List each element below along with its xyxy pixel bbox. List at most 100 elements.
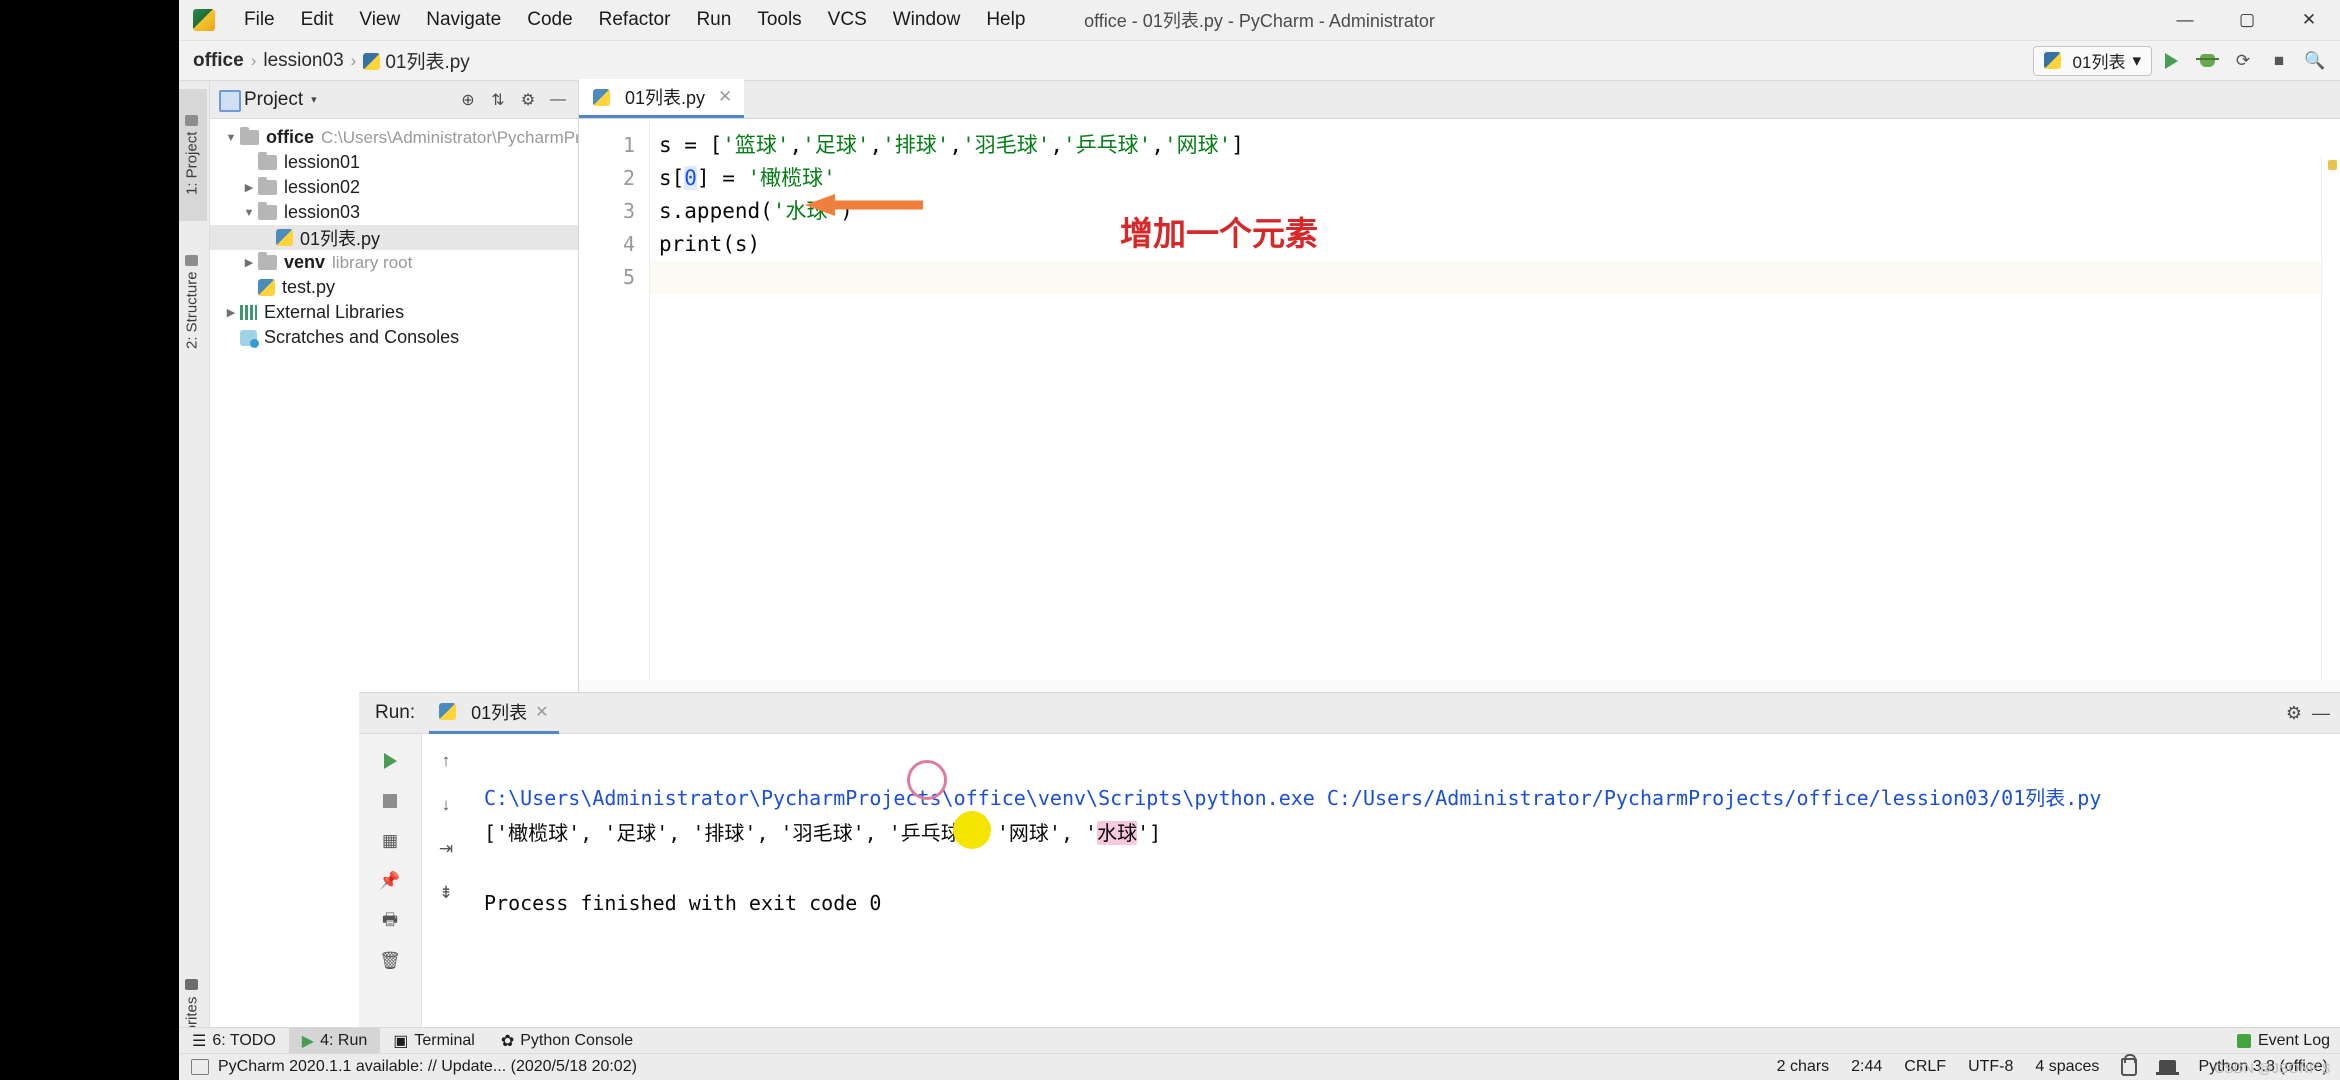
hector-icon[interactable] (2156, 1059, 2180, 1075)
tree-node-lession03-label: lession03 (284, 202, 361, 222)
close-icon[interactable]: ✕ (535, 702, 548, 722)
menu-window[interactable]: Window (880, 5, 974, 35)
menu-refactor[interactable]: Refactor (586, 5, 684, 35)
breadcrumb-project[interactable]: office (193, 50, 244, 72)
menu-window-label: Window (892, 9, 961, 30)
expand-arrow-icon[interactable] (222, 132, 240, 144)
expand-arrow-icon[interactable] (240, 181, 258, 194)
menu-run[interactable]: Run (683, 5, 744, 35)
expand-arrow-icon[interactable] (240, 256, 258, 269)
menu-view[interactable]: View (346, 5, 413, 35)
grid-icon[interactable]: ▦ (371, 824, 409, 858)
close-button[interactable]: ✕ (2278, 0, 2340, 40)
bottom-item-run[interactable]: ▶ 4: Run (288, 1028, 381, 1054)
breadcrumb-folder[interactable]: lession03 (263, 50, 343, 72)
status-notification[interactable]: PyCharm 2020.1.1 available: // Update...… (191, 1058, 637, 1076)
folder-icon (258, 177, 277, 195)
python-file-icon (258, 279, 275, 296)
collapse-icon[interactable]: ⇅ (484, 87, 512, 113)
editor-right-gutter[interactable] (2321, 156, 2340, 680)
bottom-item-terminal-label: Terminal (414, 1032, 475, 1049)
code-line-2[interactable]: s[0] = '橄榄球' (650, 162, 2340, 195)
stop-square-icon (383, 794, 397, 808)
tree-node-external-libraries[interactable]: External Libraries (210, 300, 578, 325)
debug-button[interactable] (2190, 46, 2224, 76)
status-caret-position[interactable]: 2:44 (1851, 1058, 1882, 1076)
tree-node-01列表-py[interactable]: 01列表.py (210, 225, 578, 250)
tree-node-scratches[interactable]: Scratches and Consoles (210, 325, 578, 350)
filter-icon[interactable]: ⇟ (427, 876, 465, 910)
python-icon (439, 703, 457, 720)
code-lines[interactable]: s = ['篮球','足球','排球','羽毛球','乒乓球','网球'] s[… (650, 119, 2340, 680)
status-line-separator[interactable]: CRLF (1904, 1058, 1946, 1076)
pycharm-logo-icon (193, 9, 215, 31)
gear-icon[interactable]: ⚙ (514, 87, 542, 113)
run-configuration-selector[interactable]: 01列表 ▾ (2032, 45, 2152, 76)
code-editor[interactable]: 1 2 3 4 5 s = ['篮球','足球','排球','羽毛球','乒乓球… (579, 119, 2340, 680)
menu-code[interactable]: Code (514, 5, 585, 35)
run-button[interactable] (2154, 46, 2188, 76)
search-button[interactable]: 🔍 (2298, 46, 2332, 76)
console-result-line: ['橄榄球', '足球', '排球', '羽毛球', '乒乓球', '网球', … (484, 821, 1161, 845)
coverage-button[interactable]: ⟳ (2226, 46, 2260, 76)
tree-node-office[interactable]: office C:\Users\Administrator\PycharmPro (210, 125, 578, 150)
bottom-item-python-console[interactable]: ✿ Python Console (488, 1028, 646, 1054)
close-icon[interactable]: ✕ (718, 87, 732, 107)
tree-node-lession02[interactable]: lession02 (210, 175, 578, 200)
soft-wrap-icon[interactable]: ⇥ (427, 832, 465, 866)
editor-horizontal-scrollbar[interactable] (579, 680, 2340, 692)
breadcrumb-separator-1: › (250, 50, 257, 70)
console-output[interactable]: C:\Users\Administrator\PycharmProjects\o… (470, 734, 2322, 1030)
console-result-prefix: ['橄榄球', '足球', '排球', '羽毛球', '乒乓球', '网球', … (484, 821, 1098, 845)
structure-icon (185, 254, 199, 266)
status-encoding[interactable]: UTF-8 (1968, 1058, 2013, 1076)
tree-node-venv[interactable]: venv library root (210, 250, 578, 275)
code-line-1[interactable]: s = ['篮球','足球','排球','羽毛球','乒乓球','网球'] (650, 129, 2340, 162)
pin-icon[interactable]: 📌 (371, 864, 409, 898)
menu-help[interactable]: Help (973, 5, 1038, 35)
run-tab-label: 01列表 (471, 702, 528, 723)
scroll-up-icon[interactable]: ↑ (427, 744, 465, 778)
breadcrumb-file[interactable]: 01列表.py (363, 47, 470, 74)
print-icon[interactable]: 🖶 (371, 904, 409, 938)
code-line-4[interactable]: print(s) (650, 228, 2340, 261)
sidebar-item-project[interactable]: 1: Project (179, 89, 207, 221)
menu-edit[interactable]: Edit (288, 5, 347, 35)
expand-arrow-icon[interactable] (240, 207, 258, 219)
left-tool-strip: 1: Project 2: Structure 2: Favorites (179, 81, 210, 1080)
menu-view-label: View (359, 9, 401, 30)
menu-tools[interactable]: Tools (744, 5, 814, 35)
scratches-icon (240, 329, 259, 348)
menu-file[interactable]: File (231, 5, 288, 35)
stop-icon[interactable] (371, 784, 409, 818)
expand-arrow-icon[interactable] (222, 306, 240, 319)
menu-vcs[interactable]: VCS (815, 5, 880, 35)
status-indent[interactable]: 4 spaces (2035, 1058, 2099, 1076)
target-icon[interactable]: ⊕ (454, 87, 482, 113)
rerun-icon[interactable] (371, 744, 409, 778)
code-line-5[interactable] (650, 261, 2340, 294)
hide-icon[interactable]: — (544, 87, 572, 113)
sidebar-item-structure[interactable]: 2: Structure (179, 226, 207, 378)
project-panel-chevron-down-icon[interactable]: ▾ (311, 93, 317, 106)
tree-node-lession01[interactable]: lession01 (210, 150, 578, 175)
run-side-toolbar: ▦ 📌 🖶 🗑 (359, 734, 422, 1030)
minimize-icon[interactable]: — (2312, 703, 2330, 724)
minimize-button[interactable]: — (2154, 0, 2216, 40)
tree-node-lession03[interactable]: lession03 (210, 200, 578, 225)
stop-button[interactable]: ■ (2262, 46, 2296, 76)
list-icon: ☰ (192, 1033, 207, 1050)
editor-tab-01列表-py[interactable]: 01列表.py ✕ (579, 79, 745, 118)
bottom-item-todo[interactable]: ☰ 6: TODO (179, 1028, 289, 1054)
run-tab[interactable]: 01列表 ✕ (429, 693, 559, 734)
lock-icon[interactable] (2121, 1054, 2138, 1076)
event-log-button[interactable]: Event Log (2236, 1032, 2330, 1050)
menu-navigate[interactable]: Navigate (413, 5, 514, 35)
tree-node-test-py[interactable]: test.py (210, 275, 578, 300)
trash-icon[interactable]: 🗑 (371, 944, 409, 978)
scroll-down-icon[interactable]: ↓ (427, 788, 465, 822)
gear-icon[interactable]: ⚙ (2286, 703, 2302, 724)
maximize-button[interactable]: ▢ (2216, 0, 2278, 40)
menu-run-label: Run (696, 9, 732, 30)
bottom-item-terminal[interactable]: ▣ Terminal (380, 1028, 488, 1054)
